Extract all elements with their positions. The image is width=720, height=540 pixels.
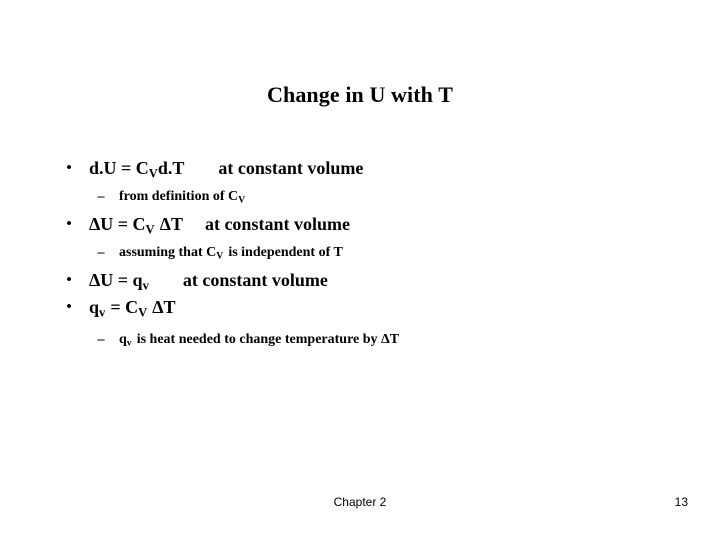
equation-text: qv = CV ΔT xyxy=(89,297,176,320)
item-note: at constant volume xyxy=(218,158,364,178)
equation-tail: ΔT xyxy=(159,214,183,234)
equation-subscript: V xyxy=(238,194,246,206)
equation-text: from definition of CV xyxy=(119,189,246,206)
dash-glyph-icon: – xyxy=(97,245,105,260)
list-item: • ΔU = CV ΔT at constant volume xyxy=(56,211,676,238)
equation-text: d.U = CVd.T xyxy=(89,158,185,181)
equation-text: assuming that CV is independent of T xyxy=(119,245,343,262)
item-note: at constant volume xyxy=(182,270,328,290)
equation-lead: q xyxy=(89,297,100,317)
bullet-glyph-icon: • xyxy=(66,299,72,315)
page-title: Change in U with T xyxy=(267,82,453,107)
vertical-spacer xyxy=(56,321,676,328)
equation-subscript-2: V xyxy=(138,305,148,320)
equation-text: ΔU = qv xyxy=(89,270,149,293)
equation-tail: = C xyxy=(110,297,139,317)
list-item: • ΔU = qv at constant volume xyxy=(56,267,676,294)
equation-lead: from definition of C xyxy=(119,189,239,204)
bullet-glyph-icon: • xyxy=(66,160,72,176)
equation-tail: d.T xyxy=(157,158,185,178)
equation-text: ΔU = CV ΔT xyxy=(89,214,183,237)
footer-page-number: 13 xyxy=(674,495,688,509)
item-note: at constant volume xyxy=(204,214,350,234)
equation-lead: assuming that C xyxy=(119,245,217,260)
list-item: – assuming that CV is independent of T xyxy=(56,241,676,265)
equation-lead: ΔU = q xyxy=(89,270,143,290)
list-item: – qv is heat needed to change temperature… xyxy=(56,328,676,352)
dash-glyph-icon: – xyxy=(97,189,105,204)
bullet-list: • d.U = CVd.T at constant volume – from d… xyxy=(56,155,676,352)
equation-tail-2: ΔT xyxy=(152,297,176,317)
equation-subscript: V xyxy=(148,166,158,181)
footer-chapter-label: Chapter 2 xyxy=(333,495,387,509)
equation-subscript: v xyxy=(142,278,149,293)
equation-text: qv is heat needed to change temperature b… xyxy=(119,332,400,349)
equation-subscript: V xyxy=(216,250,224,262)
equation-lead: ΔU = C xyxy=(89,214,146,234)
bullet-glyph-icon: • xyxy=(66,216,72,232)
list-item: • qv = CV ΔT xyxy=(56,294,676,321)
equation-tail: is independent of T xyxy=(228,245,343,260)
equation-lead: d.U = C xyxy=(89,158,149,178)
equation-subscript: v xyxy=(126,337,132,349)
list-item: – from definition of CV xyxy=(56,185,676,209)
bullet-glyph-icon: • xyxy=(66,272,72,288)
list-item: • d.U = CVd.T at constant volume xyxy=(56,155,676,182)
equation-subscript: v xyxy=(99,305,106,320)
dash-glyph-icon: – xyxy=(97,332,105,347)
equation-tail: is heat needed to change temperature by … xyxy=(136,332,400,347)
equation-lead: q xyxy=(119,332,127,347)
slide-canvas: Change in U with T • d.U = CVd.T at const… xyxy=(0,0,720,540)
equation-subscript: V xyxy=(145,222,155,237)
